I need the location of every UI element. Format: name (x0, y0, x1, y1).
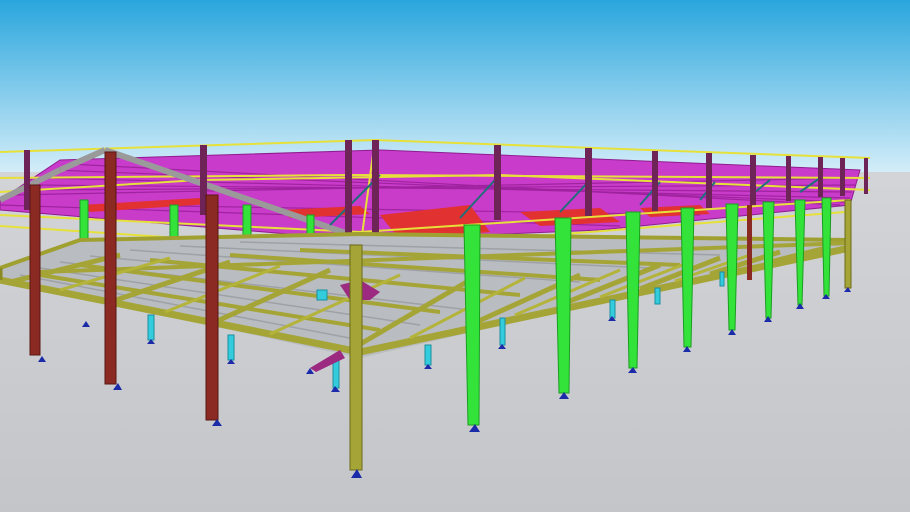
steel-frame-scene[interactable] (0, 0, 910, 512)
sky (0, 0, 910, 175)
3d-structural-model-viewport[interactable] (0, 0, 910, 512)
